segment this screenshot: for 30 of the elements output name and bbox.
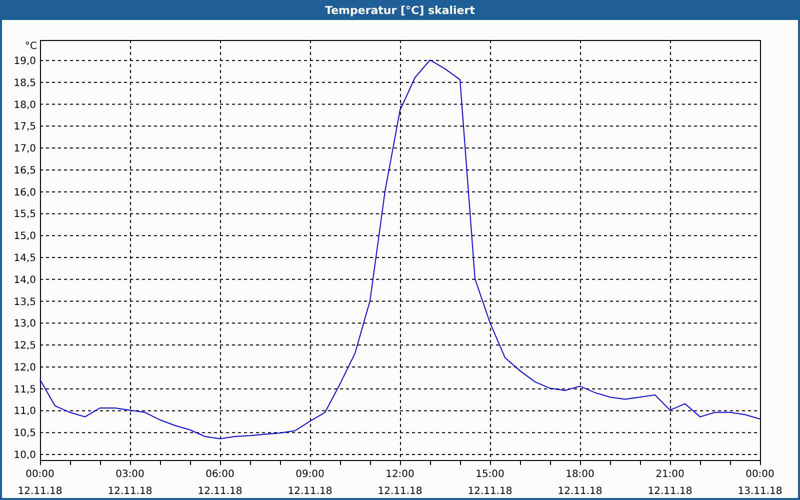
- x-tick-label: 09:00 12.11.18: [288, 469, 332, 497]
- y-tick-label: 15,5: [14, 209, 36, 220]
- x-tick-label: 06:00 12.11.18: [198, 469, 242, 497]
- x-tick-label: 00:00 12.11.18: [18, 469, 62, 497]
- x-tick-label: 21:00 12.11.18: [648, 469, 692, 497]
- y-tick-label: 18,5: [14, 78, 36, 89]
- window-title: Temperatur [°C] skaliert: [325, 4, 475, 16]
- y-tick-label: 14,5: [14, 253, 36, 264]
- x-tick-label: 03:00 12.11.18: [108, 469, 152, 497]
- x-tick-label: 18:00 12.11.18: [558, 469, 602, 497]
- y-tick-label: 15,0: [14, 231, 36, 242]
- x-tick-label: 12:00 12.11.18: [378, 469, 422, 497]
- y-tick-label: 12,5: [14, 340, 36, 352]
- y-tick-label: 11,5: [14, 384, 36, 396]
- x-tick-label: 00:00 13.11.18: [738, 469, 782, 497]
- y-tick-label: 17,5: [14, 122, 36, 133]
- y-tick-label: 12,0: [14, 362, 36, 374]
- y-tick-label: 16,5: [14, 165, 36, 176]
- y-tick-label: 11,0: [14, 406, 36, 418]
- y-tick-label: 13,0: [14, 318, 36, 330]
- y-tick-label: 10,0: [14, 450, 36, 461]
- y-tick-label: 14,0: [14, 274, 36, 286]
- y-tick-label: 17,0: [14, 144, 36, 155]
- y-tick-label: 19,0: [14, 56, 36, 67]
- y-tick-label: 10,5: [14, 428, 36, 440]
- y-tick-label: 16,0: [14, 187, 36, 198]
- y-axis-unit: °C: [25, 41, 37, 52]
- y-tick-label: 18,0: [14, 100, 36, 111]
- x-tick-label: 15:00 12.11.18: [468, 469, 512, 497]
- y-tick-label: 13,5: [14, 296, 36, 308]
